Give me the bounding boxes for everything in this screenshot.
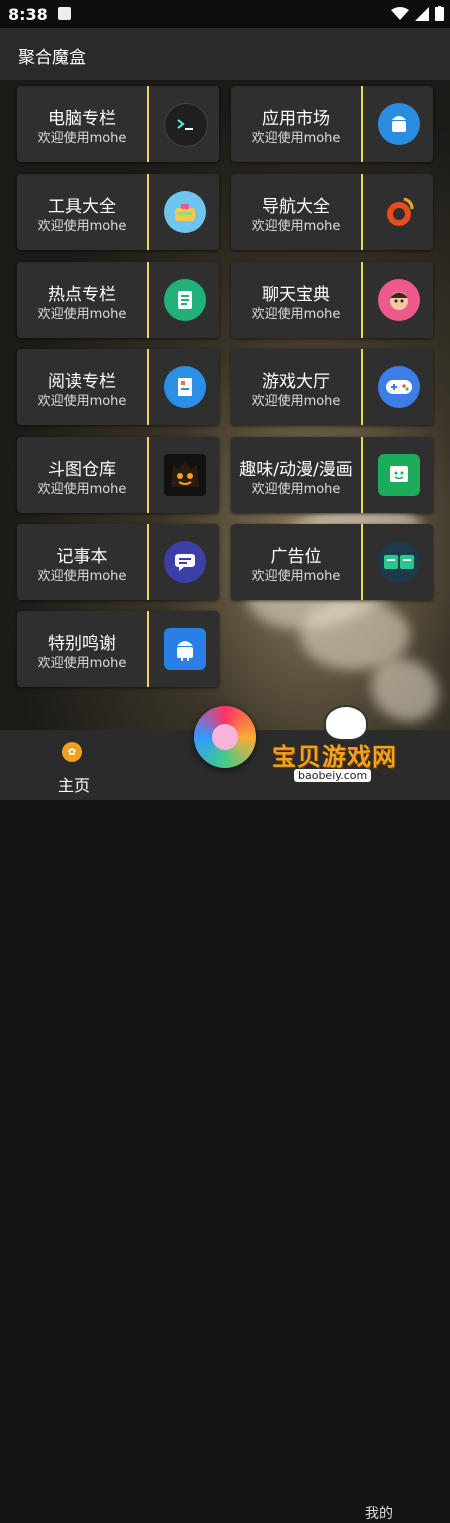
terminal-icon xyxy=(164,103,208,147)
app-title: 聚合魔盒 xyxy=(18,48,86,68)
card-title: 特别鸣谢 xyxy=(48,634,116,654)
card-hotspot[interactable]: 热点专栏 欢迎使用mohe xyxy=(17,262,219,338)
card-title: 电脑专栏 xyxy=(48,109,116,129)
card-title: 游戏大厅 xyxy=(262,372,330,392)
card-title: 广告位 xyxy=(270,547,322,567)
card-title: 应用市场 xyxy=(262,109,330,129)
wifi-icon xyxy=(391,6,409,20)
card-notepad[interactable]: 记事本 欢迎使用mohe xyxy=(17,524,219,600)
card-subtitle: 欢迎使用mohe xyxy=(37,307,127,322)
ad-icon xyxy=(378,541,420,583)
card-chat[interactable]: 聊天宝典 欢迎使用mohe xyxy=(231,262,433,338)
card-subtitle: 欢迎使用mohe xyxy=(37,482,127,497)
smiley-chat-icon xyxy=(378,454,420,496)
card-subtitle: 欢迎使用mohe xyxy=(37,656,127,671)
tab-home[interactable]: ✿ 主页 xyxy=(0,730,150,800)
mascot-icon xyxy=(324,705,368,741)
card-divider xyxy=(361,437,363,513)
card-divider xyxy=(361,86,363,162)
card-app-market[interactable]: 应用市场 欢迎使用mohe xyxy=(231,86,433,162)
android-icon xyxy=(378,103,420,145)
card-divider xyxy=(147,349,149,425)
gamepad-icon xyxy=(378,366,420,408)
signal-icon xyxy=(415,6,429,21)
card-subtitle: 欢迎使用mohe xyxy=(37,219,127,234)
watermark-logo: 宝贝游戏网 baobeiy.com xyxy=(272,705,422,795)
card-divider xyxy=(147,174,149,250)
card-subtitle: 欢迎使用mohe xyxy=(37,131,127,146)
card-subtitle: 欢迎使用mohe xyxy=(251,219,341,234)
toolbox-icon xyxy=(164,191,206,233)
weibo-icon xyxy=(378,191,420,233)
center-fab-button[interactable] xyxy=(194,706,256,768)
fab-logo-icon xyxy=(212,724,238,750)
tab-profile-label[interactable]: 我的 xyxy=(365,1503,393,1523)
card-meme[interactable]: 斗图仓库 欢迎使用mohe xyxy=(17,437,219,513)
card-thanks[interactable]: 特别鸣谢 欢迎使用mohe xyxy=(17,611,219,687)
card-tools[interactable]: 工具大全 欢迎使用mohe xyxy=(17,174,219,250)
card-divider xyxy=(361,262,363,338)
card-title: 记事本 xyxy=(56,547,108,567)
card-title: 阅读专栏 xyxy=(48,372,116,392)
card-divider xyxy=(361,349,363,425)
home-icon: ✿ xyxy=(62,742,82,762)
message-icon xyxy=(164,541,206,583)
card-computer[interactable]: 电脑专栏 欢迎使用mohe xyxy=(17,86,219,162)
card-title: 斗图仓库 xyxy=(48,460,116,480)
book-icon xyxy=(164,366,206,408)
status-time: 8:38 xyxy=(8,5,48,24)
card-divider xyxy=(147,437,149,513)
card-title: 工具大全 xyxy=(48,197,116,217)
status-icons xyxy=(391,6,444,21)
card-subtitle: 欢迎使用mohe xyxy=(37,569,127,584)
card-subtitle: 欢迎使用mohe xyxy=(37,394,127,409)
card-divider xyxy=(147,611,149,687)
android-box-icon xyxy=(164,628,206,670)
card-navigation[interactable]: 导航大全 欢迎使用mohe xyxy=(231,174,433,250)
card-divider xyxy=(147,262,149,338)
card-divider xyxy=(361,524,363,600)
notification-icon xyxy=(58,7,71,20)
card-title: 趣味/动漫/漫画 xyxy=(239,460,353,480)
card-divider xyxy=(361,174,363,250)
card-subtitle: 欢迎使用mohe xyxy=(251,569,341,584)
card-anime[interactable]: 趣味/动漫/漫画 欢迎使用mohe xyxy=(231,437,433,513)
watermark-text: 宝贝游戏网 xyxy=(272,743,397,771)
card-reading[interactable]: 阅读专栏 欢迎使用mohe xyxy=(17,349,219,425)
battery-icon xyxy=(435,6,444,21)
card-subtitle: 欢迎使用mohe xyxy=(251,131,341,146)
card-ad-slot[interactable]: 广告位 欢迎使用mohe xyxy=(231,524,433,600)
face-icon xyxy=(378,279,420,321)
tab-home-label: 主页 xyxy=(58,776,91,795)
card-title: 热点专栏 xyxy=(48,285,116,305)
card-divider xyxy=(147,86,149,162)
status-bar: 8:38 xyxy=(0,0,450,28)
app-bar: 聚合魔盒 xyxy=(0,28,450,80)
card-games[interactable]: 游戏大厅 欢迎使用mohe xyxy=(231,349,433,425)
card-subtitle: 欢迎使用mohe xyxy=(251,482,341,497)
card-divider xyxy=(147,524,149,600)
card-subtitle: 欢迎使用mohe xyxy=(251,394,341,409)
monster-icon xyxy=(164,454,206,496)
card-title: 导航大全 xyxy=(262,197,330,217)
document-icon xyxy=(164,279,206,321)
card-title: 聊天宝典 xyxy=(262,285,330,305)
card-subtitle: 欢迎使用mohe xyxy=(251,307,341,322)
watermark-url: baobeiy.com xyxy=(294,769,372,782)
